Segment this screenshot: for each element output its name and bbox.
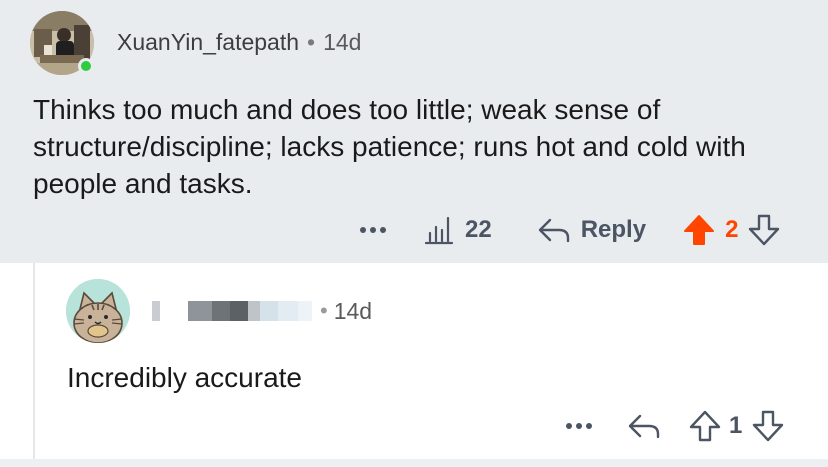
reply-arrow-icon (628, 414, 660, 439)
comment-body: Thinks too much and does too little; wea… (33, 94, 746, 199)
reply-user-avatar[interactable] (66, 279, 130, 343)
reply-label: Reply (580, 216, 647, 243)
comment-time: 14d (333, 297, 373, 324)
reply-button[interactable]: Reply (537, 216, 646, 244)
reply-button[interactable] (627, 412, 661, 440)
upvote-arrow-icon (689, 410, 721, 442)
online-status-dot (78, 58, 94, 74)
meta-separator: • (307, 29, 316, 55)
upvote-button[interactable] (689, 410, 721, 442)
username[interactable]: XuanYin_fatepath (117, 29, 299, 55)
redacted-username[interactable] (152, 301, 312, 321)
downvote-arrow-icon (749, 214, 780, 246)
meta-separator: • (320, 298, 328, 323)
bar-chart-icon (424, 216, 454, 245)
views-counter: 22 (423, 215, 492, 245)
downvote-arrow-icon (753, 410, 784, 442)
reply-comment-meta: • 14d (152, 297, 372, 325)
reply-comment-actions: 1 (565, 410, 784, 442)
comment-actions: 22 Reply 2 (359, 214, 780, 246)
vote-count: 1 (729, 412, 743, 439)
upvote-arrow-icon (684, 215, 715, 245)
comment-time: 14d (323, 29, 362, 55)
more-button[interactable] (565, 422, 593, 430)
thread-line[interactable] (33, 263, 35, 467)
vote-count: 2 (725, 216, 739, 243)
views-count: 22 (465, 216, 492, 243)
upvote-button[interactable] (683, 214, 715, 246)
more-icon (566, 423, 592, 429)
cat-avatar-icon (66, 279, 130, 343)
comment-meta: XuanYin_fatepath • 14d (117, 29, 361, 56)
reply-arrow-icon (538, 218, 569, 243)
more-button[interactable] (359, 226, 387, 234)
downvote-button[interactable] (748, 214, 780, 246)
reply-comment-body: Incredibly accurate (67, 362, 303, 393)
bottom-divider (0, 459, 828, 467)
downvote-button[interactable] (752, 410, 784, 442)
more-icon (360, 227, 386, 233)
parent-comment: XuanYin_fatepath • 14d Thinks too much and… (0, 0, 828, 263)
